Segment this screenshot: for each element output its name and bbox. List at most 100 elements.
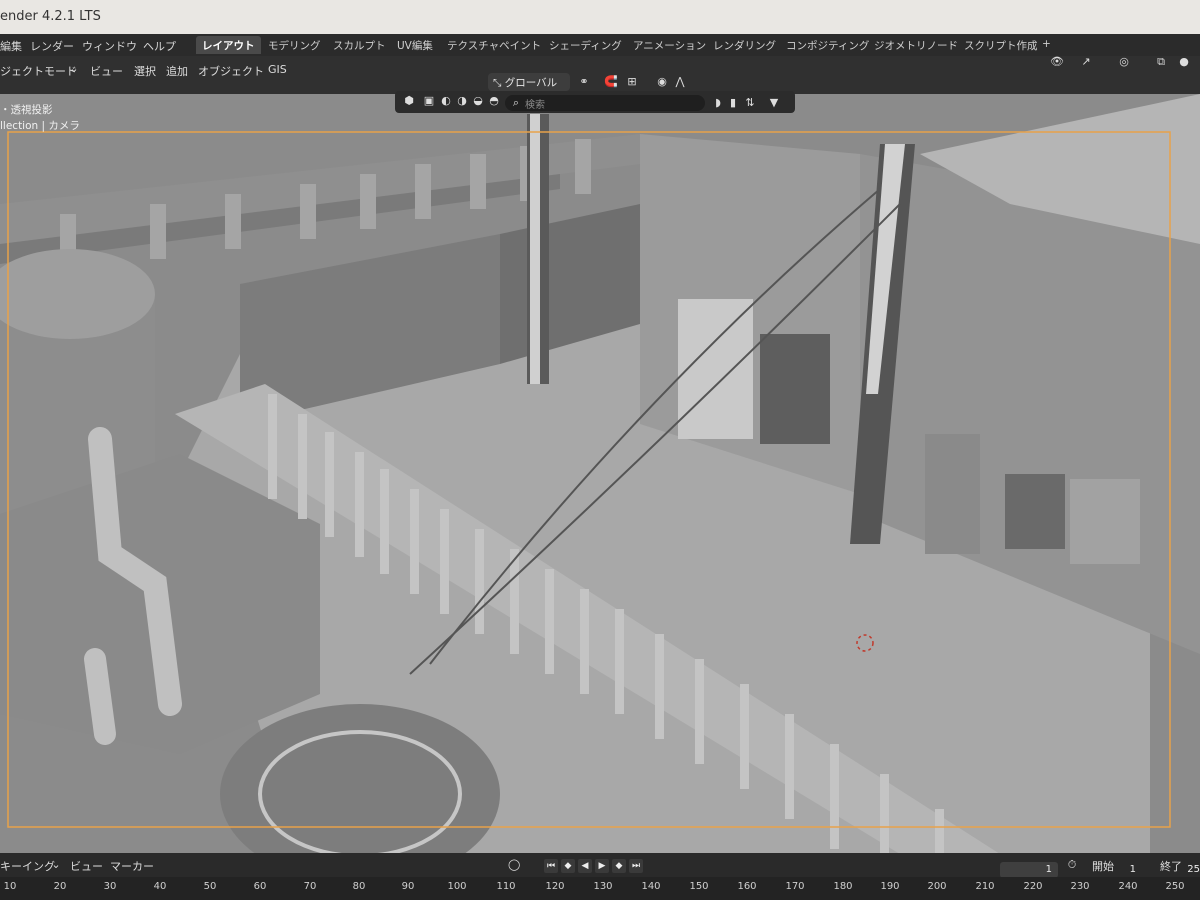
- next-keyframe-icon[interactable]: ◆: [612, 859, 626, 873]
- filter-icon[interactable]: ▼: [768, 97, 780, 109]
- tab-texture-paint[interactable]: テクスチャペイント: [441, 36, 547, 54]
- ruler-tick: 60: [253, 881, 267, 892]
- ruler-tick: 170: [785, 881, 805, 892]
- viewport-overlay-view: ・透視投影: [0, 104, 53, 116]
- scene-icon[interactable]: ⬢: [403, 95, 415, 107]
- ruler-tick: 200: [927, 881, 947, 892]
- shading-solid-icon[interactable]: ●: [1178, 56, 1190, 68]
- add-workspace-button[interactable]: +: [1036, 36, 1057, 54]
- tab-rendering[interactable]: レンダリング: [707, 36, 782, 54]
- orientation-icon: ⤡: [493, 77, 505, 89]
- menu-window[interactable]: ウィンドウ: [82, 38, 137, 54]
- start-frame-label: 開始: [1092, 860, 1114, 873]
- tab-uv-editing[interactable]: UV編集: [391, 36, 439, 54]
- record-icon[interactable]: ◯: [508, 859, 520, 871]
- snap-increment-icon[interactable]: ⊞: [626, 76, 638, 88]
- filter-toggle-icon[interactable]: ◗: [712, 97, 724, 109]
- end-frame-field[interactable]: 25: [1186, 862, 1200, 878]
- ruler-tick: 210: [975, 881, 995, 892]
- prev-keyframe-icon[interactable]: ◆: [561, 859, 575, 873]
- menu-marker[interactable]: マーカー: [110, 858, 154, 874]
- search-input[interactable]: 検索: [505, 95, 705, 111]
- ruler-tick: 180: [833, 881, 853, 892]
- ruler-tick: 250: [1165, 881, 1185, 892]
- ruler-tick: 150: [689, 881, 709, 892]
- ruler-tick: 90: [401, 881, 415, 892]
- ruler-tick: 70: [303, 881, 317, 892]
- ruler-tick: 40: [153, 881, 167, 892]
- falloff-icon[interactable]: ⋀: [674, 76, 686, 88]
- object-mode-icon[interactable]: ▣: [423, 95, 435, 107]
- material-icon[interactable]: ◑: [456, 95, 468, 107]
- menu-timeline-view[interactable]: ビュー: [70, 858, 103, 874]
- menu-object[interactable]: オブジェクト: [198, 63, 264, 79]
- pivot-icon[interactable]: ⚭: [578, 76, 590, 88]
- viewport-header: ジェクトモード ⌄ ビュー 選択 追加 オブジェクト GIS ⤡ グローバル ⌄…: [0, 56, 1200, 102]
- viewport-scene: [0, 94, 1200, 854]
- menu-render[interactable]: レンダー: [30, 38, 74, 54]
- snap-icon[interactable]: 🧲: [604, 76, 618, 88]
- ruler-tick: 100: [447, 881, 467, 892]
- ruler-tick: 130: [593, 881, 613, 892]
- menu-add[interactable]: 追加: [166, 63, 188, 79]
- ruler-tick: 140: [641, 881, 661, 892]
- mode-selector[interactable]: ジェクトモード: [0, 63, 77, 79]
- play-reverse-icon[interactable]: ◀: [578, 859, 592, 873]
- ruler-tick: 80: [352, 881, 366, 892]
- tab-shading[interactable]: シェーディング: [543, 36, 628, 54]
- menu-edit[interactable]: 編集: [0, 38, 22, 54]
- menu-help[interactable]: ヘルプ: [143, 38, 176, 54]
- overlay-icon[interactable]: ◎: [1118, 56, 1130, 68]
- tab-sculpt[interactable]: スカルプト: [327, 36, 392, 54]
- xray-icon[interactable]: ⧉: [1155, 56, 1167, 68]
- render-icon[interactable]: ◐: [440, 95, 452, 107]
- menu-view[interactable]: ビュー: [90, 63, 123, 79]
- menu-select[interactable]: 選択: [134, 63, 156, 79]
- scene-doorway: [760, 334, 830, 444]
- camera-icon[interactable]: ◓: [488, 95, 500, 107]
- ruler-tick: 10: [3, 881, 17, 892]
- window-titlebar: ender 4.2.1 LTS: [0, 0, 1200, 34]
- chevron-down-icon: ⌄: [69, 62, 79, 75]
- play-icon[interactable]: ▶: [595, 859, 609, 873]
- tab-animation[interactable]: アニメーション: [627, 36, 712, 54]
- ruler-tick: 20: [53, 881, 67, 892]
- jump-start-icon[interactable]: ⏮: [544, 859, 558, 873]
- tab-compositing[interactable]: コンポジティング: [780, 36, 875, 54]
- ruler-tick: 50: [203, 881, 217, 892]
- sort-icon[interactable]: ⇅: [744, 97, 756, 109]
- search-icon: ⌕: [512, 96, 520, 109]
- menu-keying[interactable]: キーイング: [0, 858, 55, 874]
- tab-layout[interactable]: レイアウト: [196, 36, 261, 54]
- ruler-tick: 220: [1023, 881, 1043, 892]
- 3d-viewport[interactable]: ・透視投影 llection | カメラ: [0, 94, 1200, 854]
- proportional-edit-icon[interactable]: ◉: [656, 76, 668, 88]
- world-icon[interactable]: ◒: [472, 95, 484, 107]
- scene-shutter: [678, 299, 753, 439]
- ruler-tick: 120: [545, 881, 565, 892]
- ruler-tick: 160: [737, 881, 757, 892]
- stopwatch-icon[interactable]: ⏱: [1066, 859, 1078, 871]
- ruler-tick: 30: [103, 881, 117, 892]
- scene-window: [1005, 474, 1065, 549]
- tab-modeling[interactable]: モデリング: [262, 36, 327, 54]
- ruler-tick: 110: [496, 881, 516, 892]
- ruler-tick: 190: [880, 881, 900, 892]
- tab-geometry-nodes[interactable]: ジオメトリノード: [868, 36, 964, 54]
- timeline-ruler[interactable]: 10 20 30 40 50 60 70 80 90 100 110 120 1…: [0, 877, 1200, 900]
- chevron-down-icon: ⌄: [51, 858, 61, 871]
- bookmark-icon[interactable]: ▮: [727, 97, 739, 109]
- viewport-overlay-collection: llection | カメラ: [0, 120, 80, 132]
- tab-scripting[interactable]: スクリプト作成: [958, 36, 1044, 54]
- menu-gis[interactable]: GIS: [268, 63, 287, 76]
- window-title: ender 4.2.1 LTS: [0, 9, 101, 24]
- jump-end-icon[interactable]: ⏭: [629, 859, 643, 873]
- current-frame-field[interactable]: 1: [1000, 862, 1058, 878]
- gizmo-icon[interactable]: ↗: [1080, 56, 1092, 68]
- end-frame-label: 終了: [1160, 860, 1182, 873]
- ruler-tick: 230: [1070, 881, 1090, 892]
- transform-orientation-dropdown[interactable]: ⤡ グローバル ⌄: [488, 73, 570, 102]
- ruler-tick: 240: [1118, 881, 1138, 892]
- start-frame-field[interactable]: 1: [1120, 862, 1142, 878]
- visibility-icon[interactable]: 👁: [1050, 56, 1064, 68]
